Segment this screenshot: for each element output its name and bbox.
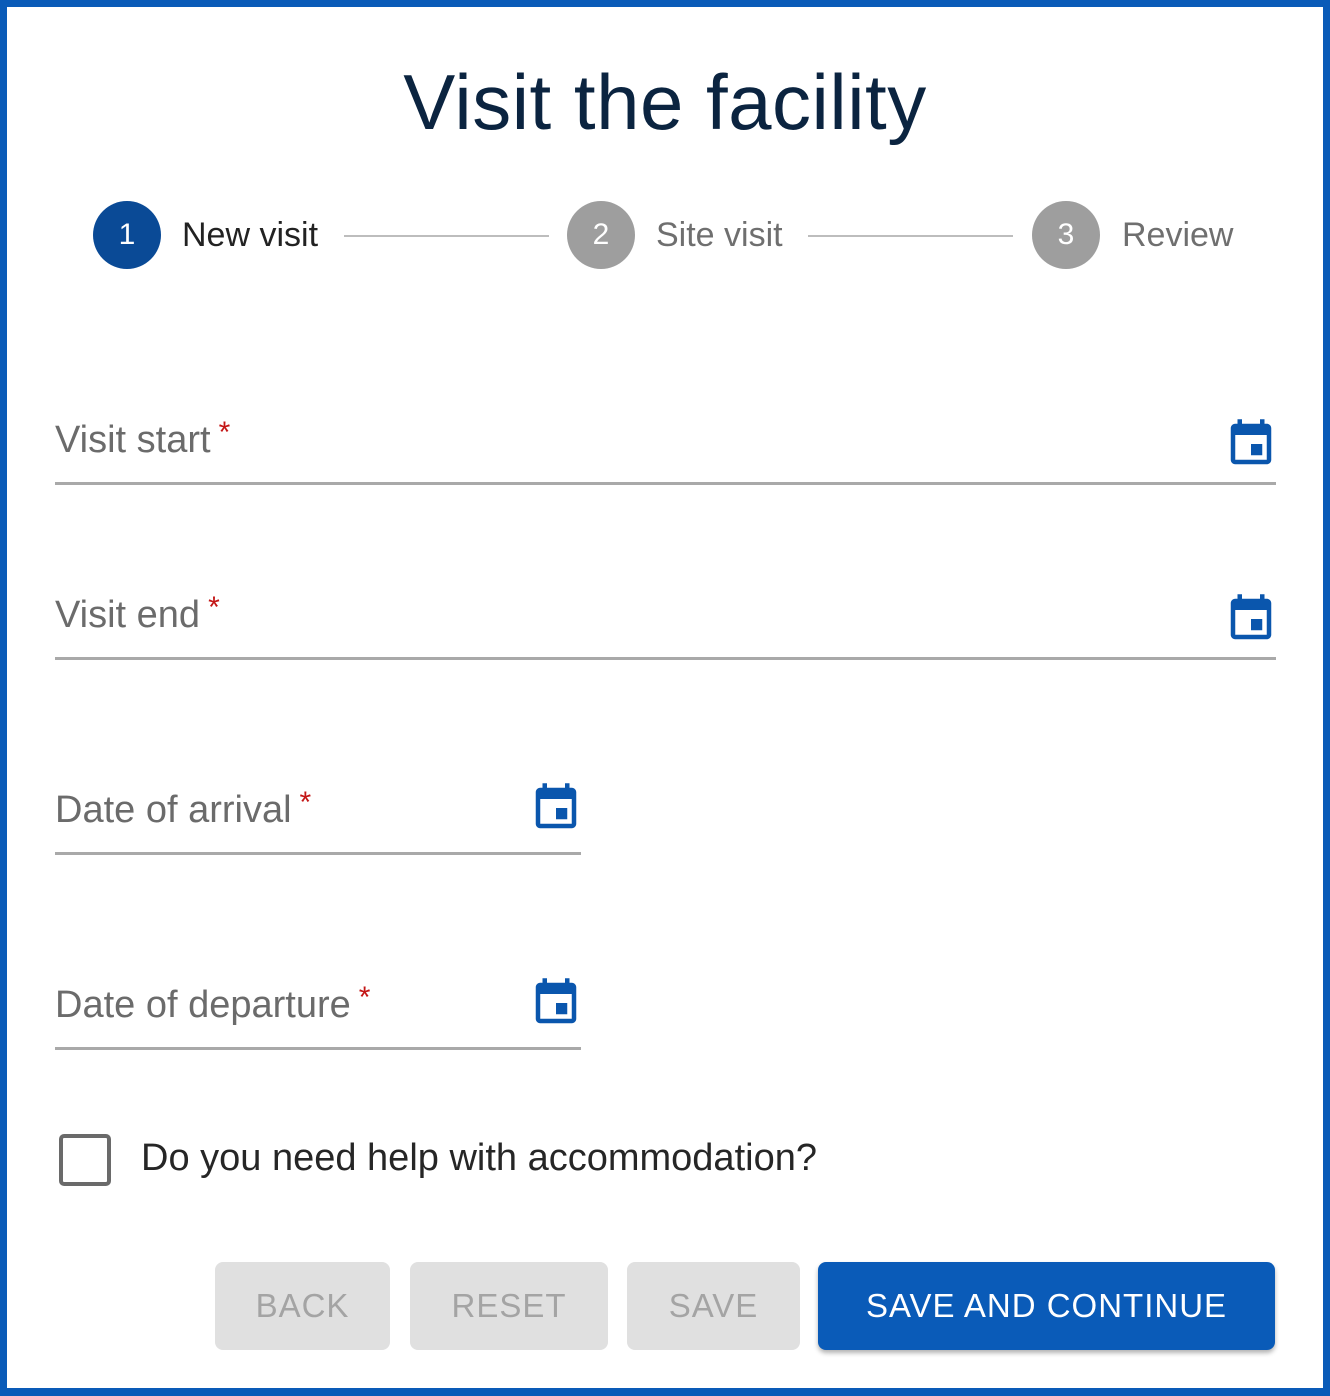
field-underline: [55, 852, 581, 855]
step-1-number: 1: [118, 218, 136, 251]
field-underline: [55, 482, 1276, 485]
visit-start-field[interactable]: Visit start *: [55, 402, 1276, 485]
calendar-icon[interactable]: [1224, 589, 1278, 649]
calendar-icon[interactable]: [1224, 414, 1278, 474]
visit-start-label: Visit start *: [55, 416, 231, 462]
accommodation-checkbox-label[interactable]: Do you need help with accommodation?: [141, 1137, 817, 1180]
calendar-icon[interactable]: [529, 778, 583, 838]
step-3-number: 3: [1057, 218, 1075, 251]
stepper: 1 New visit 2 Site visit 3 Review: [7, 7, 1323, 307]
step-3-circle[interactable]: 3: [1032, 201, 1100, 269]
required-asterisk: *: [218, 416, 231, 449]
date-of-departure-label: Date of departure *: [55, 981, 371, 1027]
date-of-arrival-label-text: Date of arrival: [55, 789, 292, 831]
visit-start-label-text: Visit start: [55, 419, 211, 461]
step-1-label[interactable]: New visit: [182, 215, 318, 255]
back-button[interactable]: BACK: [215, 1262, 390, 1350]
step-connector: [808, 235, 1013, 237]
date-of-departure-field[interactable]: Date of departure *: [55, 967, 581, 1050]
accommodation-checkbox[interactable]: [59, 1134, 111, 1186]
reset-button[interactable]: RESET: [410, 1262, 608, 1350]
date-of-departure-label-text: Date of departure: [55, 984, 351, 1026]
field-underline: [55, 657, 1276, 660]
step-2-label[interactable]: Site visit: [656, 215, 783, 255]
save-and-continue-button[interactable]: SAVE AND CONTINUE: [818, 1262, 1275, 1350]
page-frame: Visit the facility 1 New visit 2 Site vi…: [7, 7, 1323, 1388]
required-asterisk: *: [299, 786, 312, 819]
required-asterisk: *: [208, 591, 220, 624]
step-3-label[interactable]: Review: [1122, 215, 1233, 255]
calendar-icon[interactable]: [529, 973, 583, 1033]
field-underline: [55, 1047, 581, 1050]
step-2-number: 2: [592, 218, 610, 251]
visit-end-field[interactable]: Visit end *: [55, 577, 1276, 660]
visit-end-label-text: Visit end: [55, 594, 201, 636]
save-button[interactable]: SAVE: [627, 1262, 800, 1350]
date-of-arrival-label: Date of arrival *: [55, 786, 312, 832]
required-asterisk: *: [358, 981, 371, 1014]
step-1-circle[interactable]: 1: [93, 201, 161, 269]
visit-end-label: Visit end *: [55, 591, 220, 637]
step-2-circle[interactable]: 2: [567, 201, 635, 269]
step-connector: [344, 235, 549, 237]
date-of-arrival-field[interactable]: Date of arrival *: [55, 772, 581, 855]
